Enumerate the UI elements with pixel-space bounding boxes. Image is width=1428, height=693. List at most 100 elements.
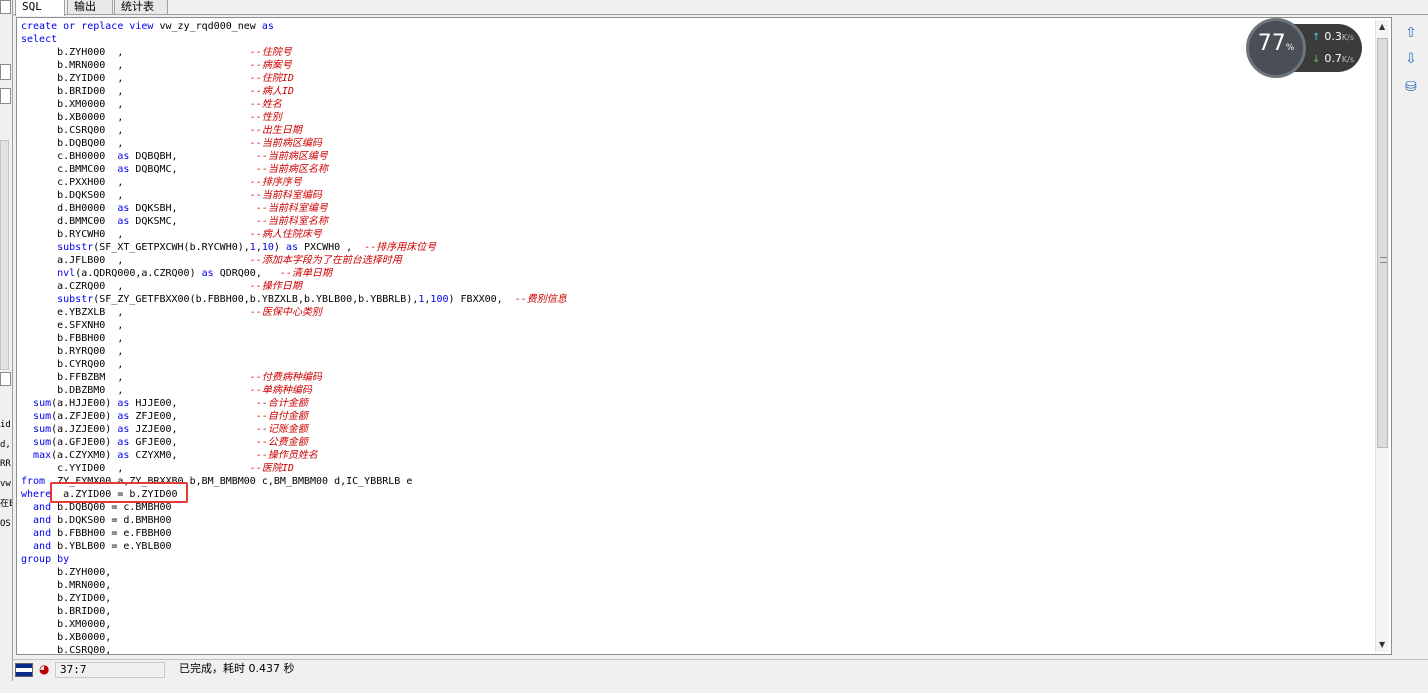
move-up-icon[interactable]: ⇧ xyxy=(1400,25,1422,47)
code-token: --出生日期 xyxy=(249,125,302,136)
code-line[interactable]: b.BRID00, xyxy=(21,605,567,618)
code-line[interactable]: b.CYRQ00 , xyxy=(21,358,567,371)
code-line[interactable]: b.FFBZBM , --付费病种编码 xyxy=(21,371,567,384)
code-line[interactable]: d.BH0000 as DQKSBH, --当前科室编号 xyxy=(21,202,567,215)
code-line[interactable]: c.BMMC00 as DQBQMC, --当前病区名称 xyxy=(21,163,567,176)
code-token: --姓名 xyxy=(249,99,282,110)
move-down-icon[interactable]: ⇩ xyxy=(1400,51,1422,73)
code-line[interactable]: b.ZYH000 , --住院号 xyxy=(21,46,567,59)
code-line[interactable]: nvl(a.QDRQ000,a.CZRQ00) as QDRQ00, --清单日… xyxy=(21,267,567,280)
code-line[interactable]: c.PXXH00 , --排序序号 xyxy=(21,176,567,189)
transaction-icon[interactable]: ◕ xyxy=(39,662,49,676)
code-line[interactable]: a.JFLB00 , --添加本字段为了在前台选择时用 xyxy=(21,254,567,267)
scroll-down-icon[interactable]: ▼ xyxy=(1379,640,1385,649)
code-token: --医院ID xyxy=(249,463,294,474)
editor-vertical-scrollbar[interactable]: ▲ ▼ xyxy=(1375,20,1389,652)
code-token: a.JFLB00 , xyxy=(21,255,250,266)
code-line[interactable]: select xyxy=(21,33,567,46)
code-token: b.DQBQ00 = c.BMBH00 xyxy=(51,502,172,513)
code-token: --性别 xyxy=(249,112,282,123)
code-line[interactable]: b.ZYID00, xyxy=(21,592,567,605)
code-area[interactable]: create or replace view vw_zy_rqd000_new … xyxy=(21,20,567,654)
left-scrollbar[interactable] xyxy=(0,140,9,370)
dropdown-2[interactable] xyxy=(0,88,11,104)
code-token: --费别信息 xyxy=(514,294,567,305)
code-line[interactable]: and b.FBBH00 = e.FBBH00 xyxy=(21,527,567,540)
code-token: sum xyxy=(33,437,52,448)
code-token: --排序用床位号 xyxy=(364,242,437,253)
code-line[interactable]: b.XB0000 , --性别 xyxy=(21,111,567,124)
left-text-2: RR xyxy=(0,459,11,469)
code-token: as xyxy=(117,151,130,162)
code-token: ) xyxy=(273,242,286,253)
code-token: b.ZYH000 , xyxy=(21,47,250,58)
code-line[interactable]: a.CZRQ00 , --操作日期 xyxy=(21,280,567,293)
code-line[interactable]: and b.YBLB00 = e.YBLB00 xyxy=(21,540,567,553)
code-token: (a.GFJE00) xyxy=(51,437,118,448)
code-line[interactable]: b.XM0000, xyxy=(21,618,567,631)
code-token: b.XB0000, xyxy=(21,632,112,643)
scroll-thumb[interactable] xyxy=(1377,38,1388,448)
sql-editor[interactable]: create or replace view vw_zy_rqd000_new … xyxy=(16,17,1392,655)
code-token: --当前科室名称 xyxy=(255,216,328,227)
code-line[interactable]: create or replace view vw_zy_rqd000_new … xyxy=(21,20,567,33)
code-token: b.RYCWH0 , xyxy=(21,229,250,240)
code-line[interactable]: sum(a.ZFJE00) as ZFJE00, --自付金额 xyxy=(21,410,567,423)
code-line[interactable]: e.YBZXLB , --医保中心类别 xyxy=(21,306,567,319)
code-line[interactable]: e.SFXNH0 , xyxy=(21,319,567,332)
code-line[interactable]: b.DQKS00 , --当前科室编码 xyxy=(21,189,567,202)
code-token: b.RYRQ00 , xyxy=(21,346,124,357)
code-line[interactable]: b.RYCWH0 , --病人住院床号 xyxy=(21,228,567,241)
code-line[interactable]: sum(a.HJJE00) as HJJE00, --合计金额 xyxy=(21,397,567,410)
status-bar: ◕ 37:7 已完成，耗时 0.437 秒 xyxy=(13,659,1428,680)
network-monitor-widget[interactable]: 77% ↑ 0.3K/s ↓ 0.7K/s xyxy=(1246,18,1364,78)
collapse-icon[interactable] xyxy=(0,0,11,14)
code-line[interactable]: b.MRN000 , --病案号 xyxy=(21,59,567,72)
scroll-up-icon[interactable]: ▲ xyxy=(1379,22,1385,31)
code-line[interactable]: sum(a.JZJE00) as JZJE00, --记账金额 xyxy=(21,423,567,436)
code-line[interactable]: substr(SF_ZY_GETFBXX00(b.FBBH00,b.YBZXLB… xyxy=(21,293,567,306)
code-line[interactable]: b.FBBH00 , xyxy=(21,332,567,345)
tab-sql[interactable]: SQL xyxy=(15,0,65,16)
dropdown-1[interactable] xyxy=(0,64,11,80)
code-token: --当前科室编码 xyxy=(249,190,322,201)
code-line[interactable]: b.BRID00 , --病人ID xyxy=(21,85,567,98)
code-line[interactable]: group by xyxy=(21,553,567,566)
close-icon[interactable] xyxy=(0,372,11,386)
code-line[interactable]: b.ZYID00 , --住院ID xyxy=(21,72,567,85)
code-token: a.CZRQ00 , xyxy=(21,281,250,292)
code-line[interactable]: b.CSRQ00, xyxy=(21,644,567,654)
tab-output[interactable]: 输出 xyxy=(67,0,113,15)
code-line[interactable]: c.YYID00 , --医院ID xyxy=(21,462,567,475)
code-token: --公费金额 xyxy=(255,437,308,448)
code-line[interactable]: and b.DQKS00 = d.BMBH00 xyxy=(21,514,567,527)
code-line[interactable]: substr(SF_XT_GETPXCWH(b.RYCWH0),1,10) as… xyxy=(21,241,567,254)
code-token: QDRQ00, xyxy=(213,268,280,279)
code-token: DQKSMC, xyxy=(129,216,256,227)
code-line[interactable]: b.CSRQ00 , --出生日期 xyxy=(21,124,567,137)
tab-stats[interactable]: 统计表 xyxy=(114,0,168,15)
code-line[interactable]: b.DBZBM0 , --单病种编码 xyxy=(21,384,567,397)
code-line[interactable]: b.XB0000, xyxy=(21,631,567,644)
code-line[interactable]: sum(a.GFJE00) as GFJE00, --公费金额 xyxy=(21,436,567,449)
code-token: --当前科室编号 xyxy=(255,203,328,214)
code-line[interactable]: max(a.CZYXM0) as CZYXM0, --操作员姓名 xyxy=(21,449,567,462)
code-line[interactable]: b.MRN000, xyxy=(21,579,567,592)
code-token: b.FBBH00 = e.FBBH00 xyxy=(51,528,172,539)
code-line[interactable]: b.RYRQ00 , xyxy=(21,345,567,358)
code-token: (SF_XT_GETPXCWH(b.RYCWH0), xyxy=(93,242,250,253)
code-line[interactable]: b.XM0000 , --姓名 xyxy=(21,98,567,111)
cursor-position: 37:7 xyxy=(55,662,165,678)
database-icon[interactable]: ⛁ xyxy=(1400,79,1422,101)
code-token: and xyxy=(21,528,52,539)
code-line[interactable]: c.BH0000 as DQBQBH, --当前病区编号 xyxy=(21,150,567,163)
code-token: as xyxy=(117,450,130,461)
code-line[interactable]: d.BMMC00 as DQKSMC, --当前科室名称 xyxy=(21,215,567,228)
code-token: b.BRID00 , xyxy=(21,86,250,97)
code-token: c.BMMC00 xyxy=(21,164,118,175)
code-line[interactable]: b.DQBQ00 , --当前病区编码 xyxy=(21,137,567,150)
code-line[interactable]: b.ZYH000, xyxy=(21,566,567,579)
code-token: b.ZYID00 , xyxy=(21,73,250,84)
